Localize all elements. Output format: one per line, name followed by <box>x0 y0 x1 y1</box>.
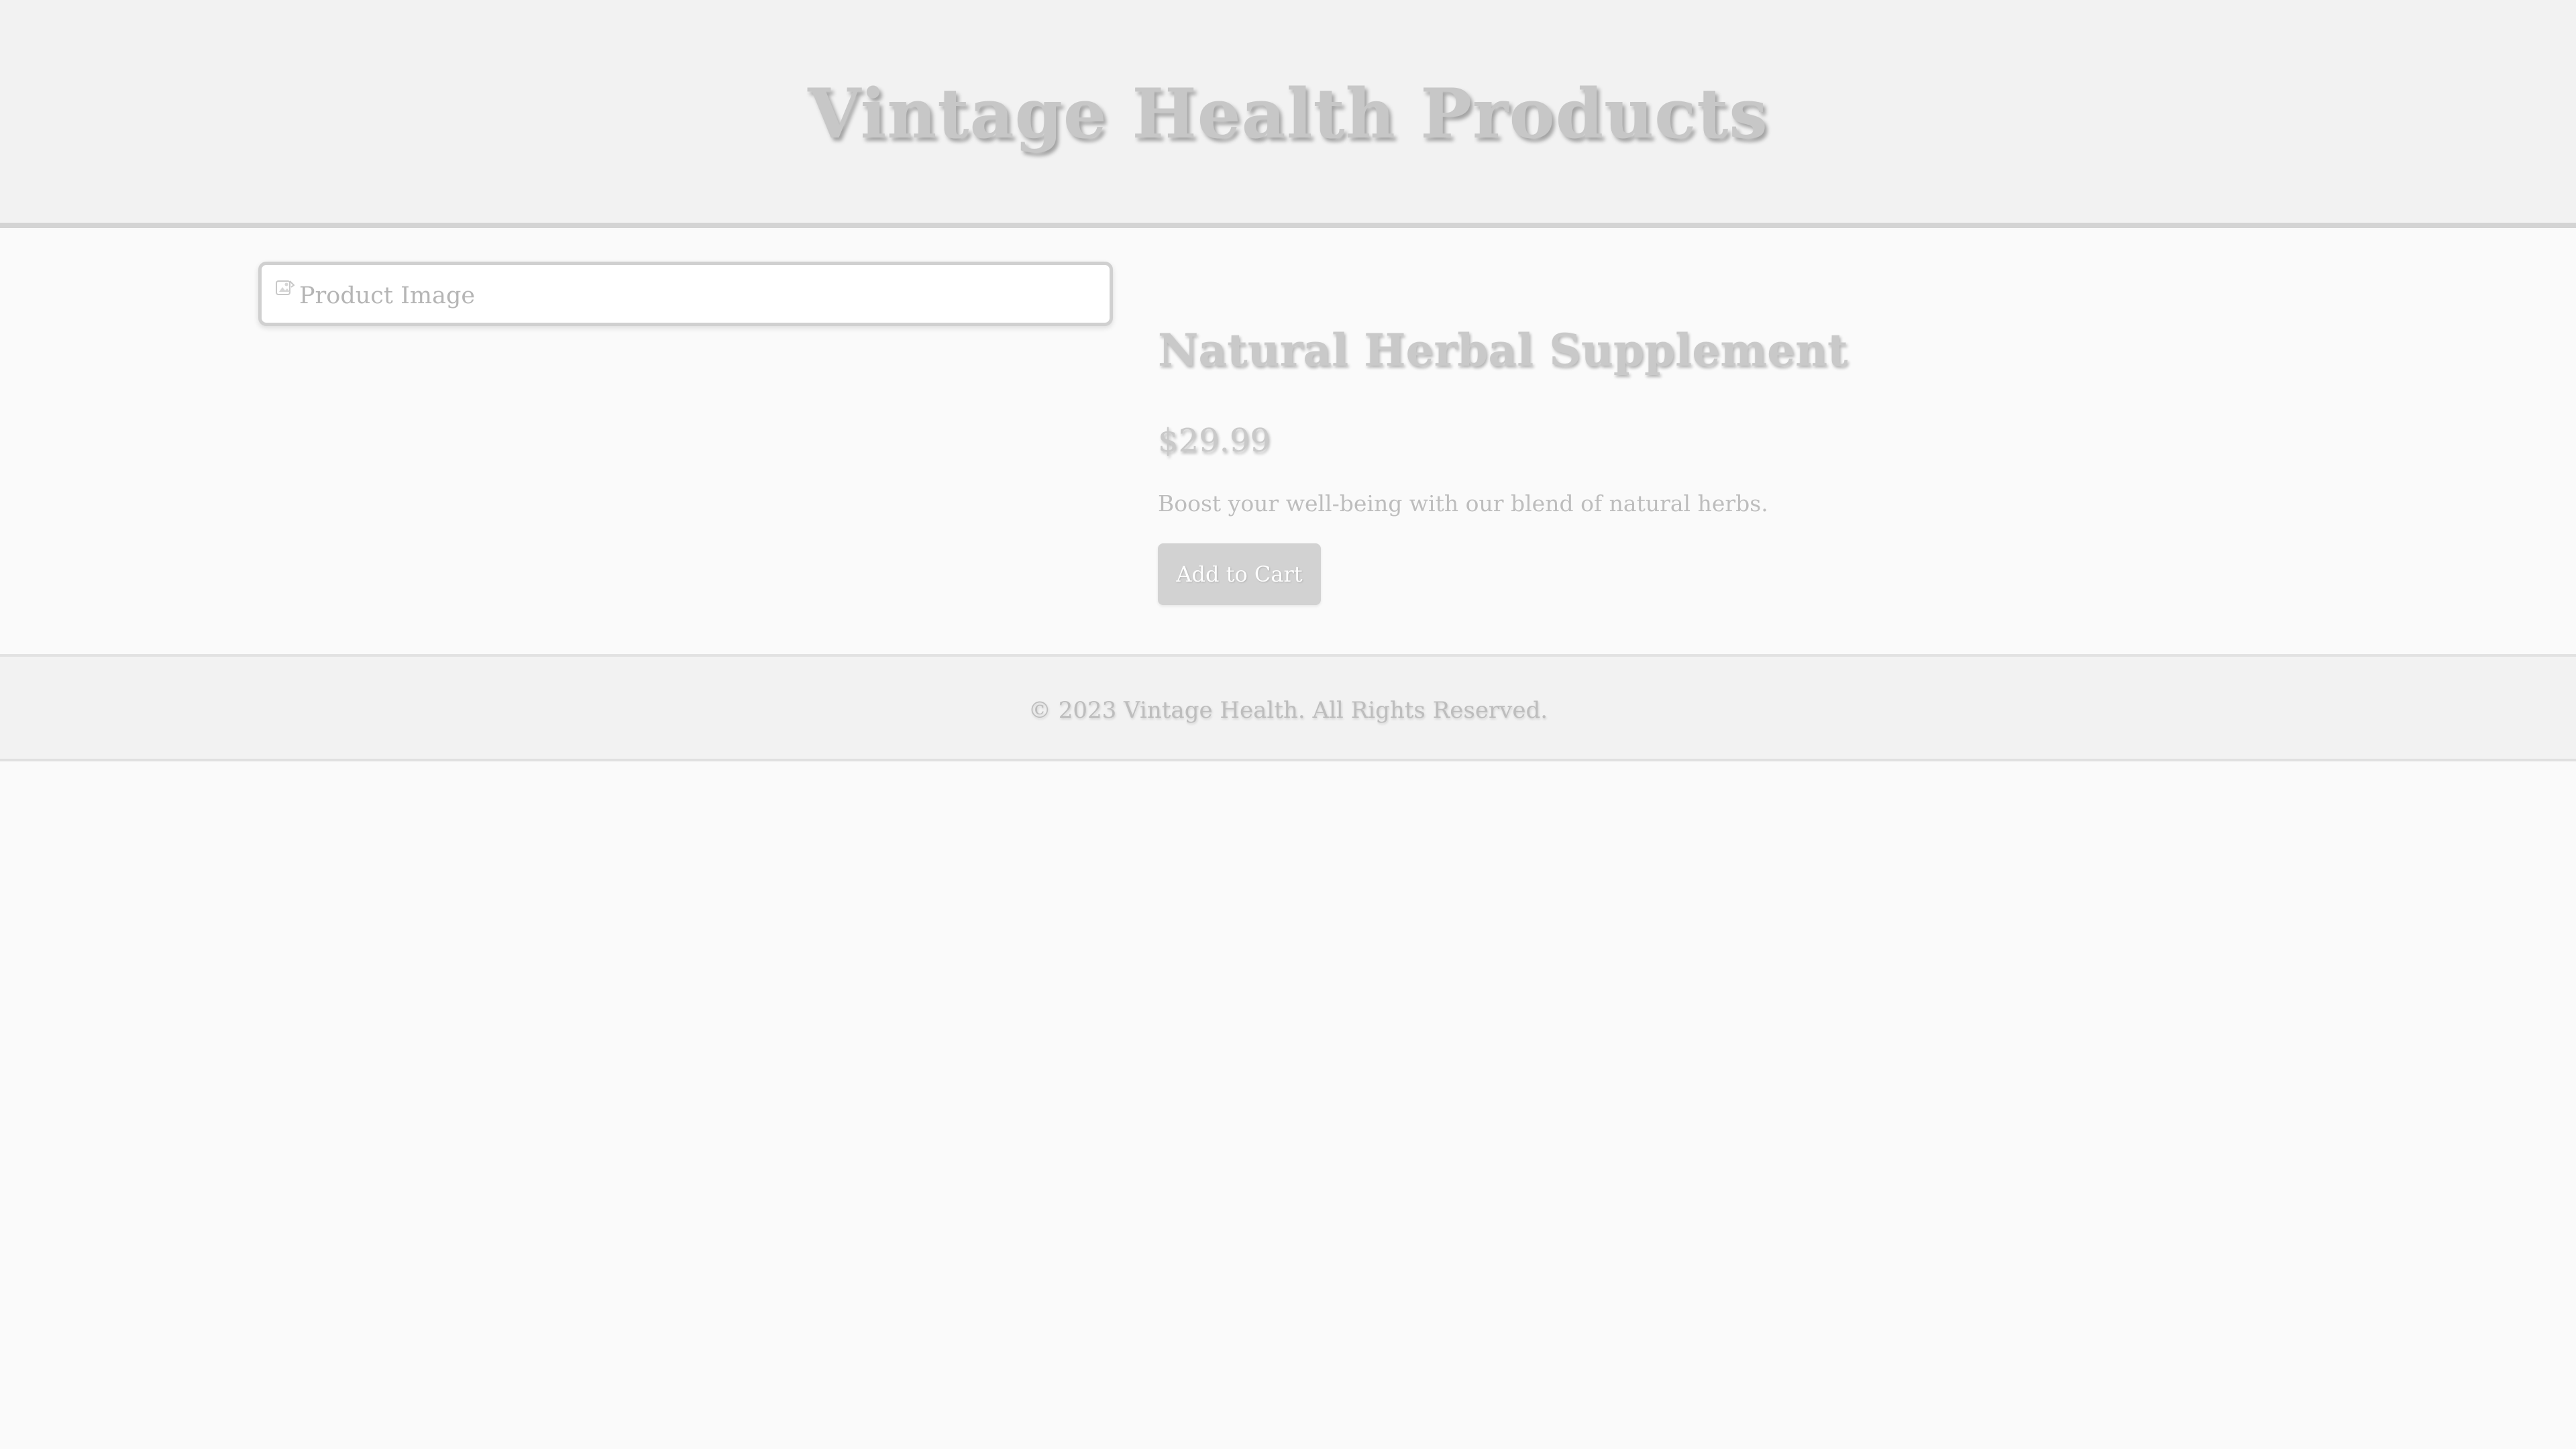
site-header: Vintage Health Products <box>0 0 2576 228</box>
product-image: Product Image <box>258 262 1113 326</box>
site-title: Vintage Health Products <box>808 74 1768 154</box>
add-to-cart-button[interactable]: Add to Cart <box>1158 543 1321 605</box>
product-name: Natural Herbal Supplement <box>1158 324 1848 376</box>
product-price: $29.99 <box>1158 422 1271 460</box>
broken-image-icon <box>276 280 295 295</box>
product-description: Boost your well-being with our blend of … <box>1158 490 1768 517</box>
footer-copyright: © 2023 Vintage Health. All Rights Reserv… <box>1028 697 1548 724</box>
product-image-alt-text: Product Image <box>299 282 476 309</box>
site-footer: © 2023 Vintage Health. All Rights Reserv… <box>0 654 2576 761</box>
